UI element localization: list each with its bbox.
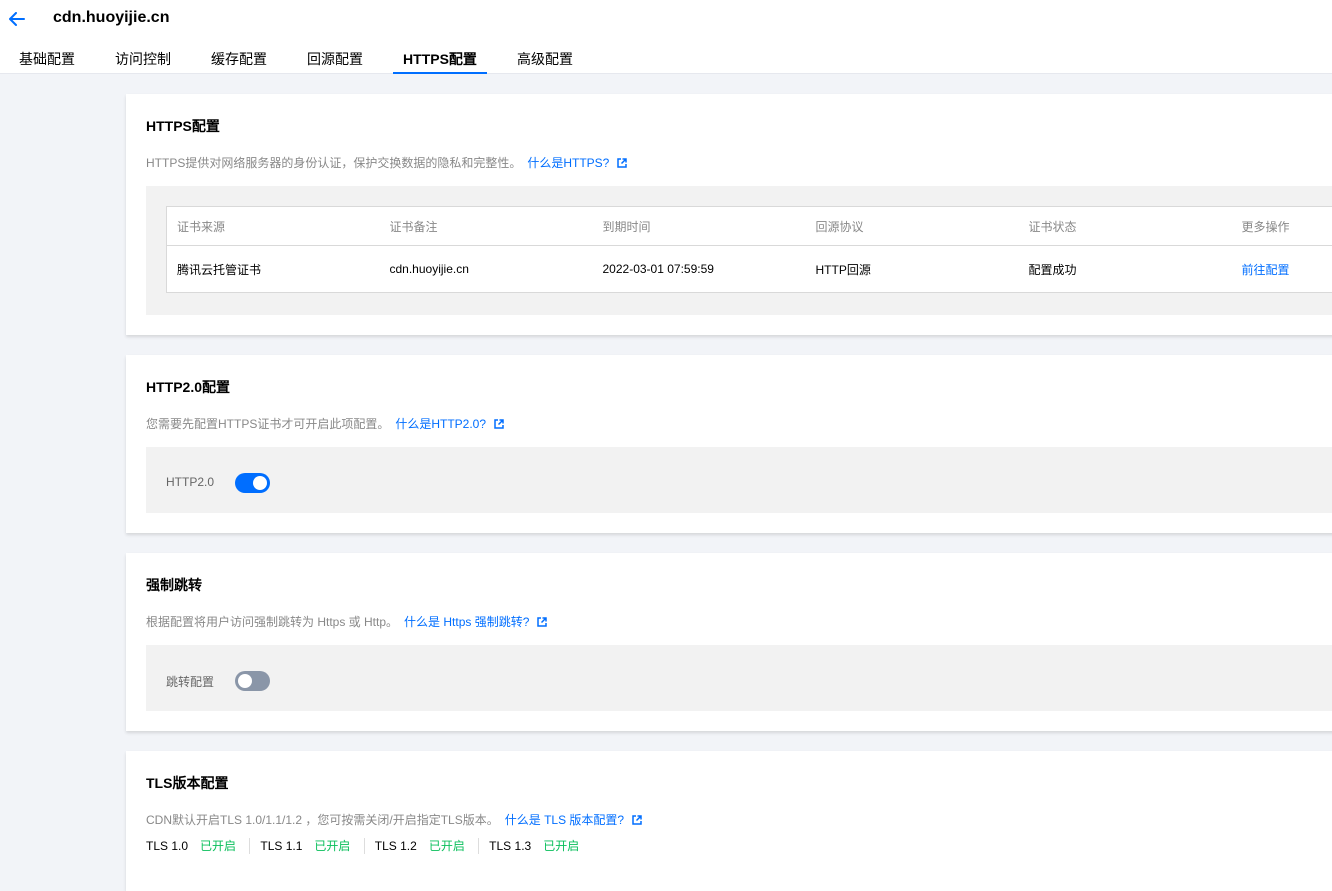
tab-https[interactable]: HTTPS配置 [393, 42, 487, 74]
what-is-tls-link[interactable]: 什么是 TLS 版本配置? [505, 813, 624, 827]
tls-version-label: TLS 1.0 [146, 839, 188, 853]
cert-table-container: 证书来源 证书备注 到期时间 回源协议 证书状态 更多操作 腾讯云托管证书 cd… [146, 186, 1332, 315]
redirect-desc-text: 根据配置将用户访问强制跳转为 Https 或 Http。 [146, 615, 398, 629]
tab-advanced[interactable]: 高级配置 [517, 42, 573, 74]
tls-desc-text: CDN默认开启TLS 1.0/1.1/1.2 ，您可按需关闭/开启指定TLS版本… [146, 813, 499, 827]
cell-expiry: 2022-03-01 07:59:59 [593, 246, 806, 293]
redirect-switch[interactable] [235, 671, 270, 691]
tab-access-control[interactable]: 访问控制 [115, 42, 171, 74]
switch-knob [238, 674, 252, 688]
tls-status-label: 已开启 [314, 839, 350, 853]
external-link-icon[interactable] [494, 418, 504, 432]
cell-note: cdn.huoyijie.cn [380, 246, 593, 293]
tls-version-item: TLS 1.1 已开启 [249, 838, 360, 854]
tls-version-item: TLS 1.2 已开启 [364, 838, 475, 854]
force-redirect-card: 强制跳转 根据配置将用户访问强制跳转为 Https 或 Http。什么是 Htt… [126, 553, 1332, 731]
http2-config-card: HTTP2.0配置 您需要先配置HTTPS证书才可开启此项配置。什么是HTTP2… [126, 355, 1332, 533]
goto-config-link[interactable]: 前往配置 [1232, 246, 1332, 293]
col-header-note: 证书备注 [380, 207, 593, 246]
tls-version-item: TLS 1.3 已开启 [478, 838, 589, 854]
tls-version-item: TLS 1.0 已开启 [146, 838, 246, 854]
http2-card-title: HTTP2.0配置 [146, 377, 230, 397]
col-header-expiry: 到期时间 [593, 207, 806, 246]
redirect-toggle-box: 跳转配置 [146, 645, 1332, 711]
tls-version-label: TLS 1.2 [375, 839, 417, 853]
https-desc-text: HTTPS提供对网络服务器的身份认证，保护交换数据的隐私和完整性。 [146, 156, 521, 170]
page-title: cdn.huoyijie.cn [53, 9, 169, 27]
cert-table: 证书来源 证书备注 到期时间 回源协议 证书状态 更多操作 腾讯云托管证书 cd… [166, 206, 1332, 293]
http2-toggle-box: HTTP2.0 [146, 447, 1332, 513]
tab-cache[interactable]: 缓存配置 [211, 42, 267, 74]
redirect-card-desc: 根据配置将用户访问强制跳转为 Https 或 Http。什么是 Https 强制… [146, 613, 547, 630]
back-arrow-icon[interactable] [6, 8, 28, 30]
https-config-card: HTTPS配置 HTTPS提供对网络服务器的身份认证，保护交换数据的隐私和完整性… [126, 94, 1332, 335]
http2-desc-text: 您需要先配置HTTPS证书才可开启此项配置。 [146, 417, 389, 431]
col-header-actions: 更多操作 [1232, 207, 1332, 246]
col-header-status: 证书状态 [1019, 207, 1232, 246]
what-is-redirect-link[interactable]: 什么是 Https 强制跳转? [404, 615, 529, 629]
tls-version-card: TLS版本配置 CDN默认开启TLS 1.0/1.1/1.2 ，您可按需关闭/开… [126, 751, 1332, 891]
external-link-icon[interactable] [537, 616, 547, 630]
top-bar: cdn.huoyijie.cn 基础配置 访问控制 缓存配置 回源配置 HTTP… [0, 0, 1332, 74]
external-link-icon[interactable] [617, 157, 627, 171]
table-row: 腾讯云托管证书 cdn.huoyijie.cn 2022-03-01 07:59… [167, 246, 1332, 293]
cell-origin-protocol: HTTP回源 [806, 246, 1019, 293]
https-card-title: HTTPS配置 [146, 116, 220, 136]
https-card-desc: HTTPS提供对网络服务器的身份认证，保护交换数据的隐私和完整性。什么是HTTP… [146, 154, 627, 171]
redirect-toggle-label: 跳转配置 [166, 673, 214, 690]
external-link-icon[interactable] [632, 814, 642, 828]
tls-status-label: 已开启 [543, 839, 579, 853]
http2-card-desc: 您需要先配置HTTPS证书才可开启此项配置。什么是HTTP2.0? [146, 415, 504, 432]
what-is-https-link[interactable]: 什么是HTTPS? [527, 156, 609, 170]
http2-toggle-label: HTTP2.0 [166, 475, 214, 489]
col-header-origin-protocol: 回源协议 [806, 207, 1019, 246]
what-is-http2-link[interactable]: 什么是HTTP2.0? [395, 417, 486, 431]
switch-knob [253, 476, 267, 490]
tls-status-label: 已开启 [200, 839, 236, 853]
tls-version-label: TLS 1.3 [489, 839, 531, 853]
cell-source: 腾讯云托管证书 [167, 246, 380, 293]
table-header-row: 证书来源 证书备注 到期时间 回源协议 证书状态 更多操作 [167, 207, 1332, 246]
tls-card-desc: CDN默认开启TLS 1.0/1.1/1.2 ，您可按需关闭/开启指定TLS版本… [146, 811, 642, 828]
col-header-source: 证书来源 [167, 207, 380, 246]
cell-status: 配置成功 [1019, 246, 1232, 293]
redirect-card-title: 强制跳转 [146, 575, 202, 595]
tab-basic[interactable]: 基础配置 [19, 42, 75, 74]
tls-status-label: 已开启 [429, 839, 465, 853]
tls-version-list: TLS 1.0 已开启 TLS 1.1 已开启 TLS 1.2 已开启 TLS 1.3… [146, 838, 589, 856]
http2-switch[interactable] [235, 473, 270, 493]
tls-version-label: TLS 1.1 [260, 839, 302, 853]
tab-origin[interactable]: 回源配置 [307, 42, 363, 74]
tls-card-title: TLS版本配置 [146, 773, 228, 793]
